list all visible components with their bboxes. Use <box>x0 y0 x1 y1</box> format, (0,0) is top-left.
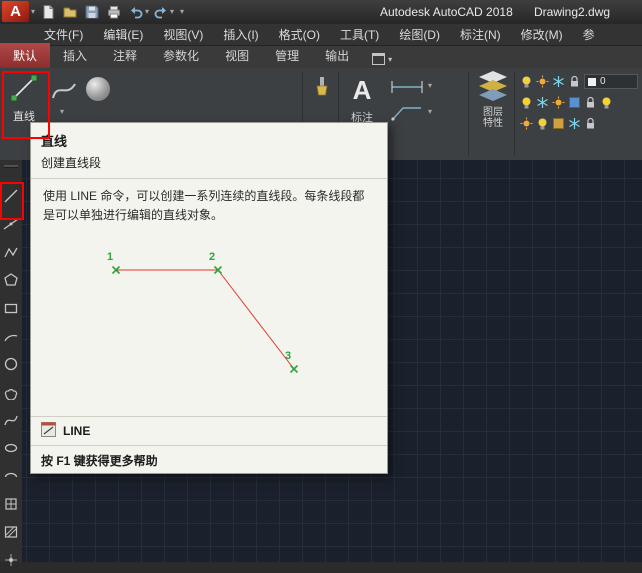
circle-tool-icon[interactable] <box>86 77 110 101</box>
line-tool-tooltip: 直线 创建直线段 使用 LINE 命令，可以创建一系列连续的直线段。每条线段都是… <box>30 122 388 474</box>
ribbon-options-caret-icon: ▾ <box>388 54 393 64</box>
qat-overflow-caret-icon[interactable]: ▾ <box>180 8 184 16</box>
construction-line-icon[interactable] <box>3 216 19 232</box>
logo-menu-caret-icon[interactable]: ▾ <box>31 7 35 17</box>
line-tool-icon <box>11 75 37 101</box>
ribbon-panel-icon <box>372 53 386 65</box>
redo-caret-icon[interactable]: ▾ <box>170 8 174 16</box>
ribbon-tab-bar: 默认 插入 注释 参数化 视图 管理 输出 ▾ <box>0 43 642 68</box>
redo-icon[interactable] <box>153 4 169 20</box>
panel-separator <box>514 72 515 156</box>
match-properties-brush-icon[interactable] <box>312 76 332 105</box>
app-title: Autodesk AutoCAD 2018 <box>380 5 513 19</box>
lock-icon[interactable] <box>568 75 581 88</box>
toolbar-grip[interactable] <box>4 165 18 168</box>
linear-dimension-icon[interactable] <box>390 78 424 101</box>
layer-color-swatch <box>588 77 596 86</box>
menu-parametric[interactable]: 参 <box>573 23 605 46</box>
lock-icon[interactable] <box>584 96 597 109</box>
undo-caret-icon[interactable]: ▾ <box>145 8 149 16</box>
text-style-button[interactable]: A <box>344 73 380 107</box>
diagram-point-1-label: 1 <box>107 251 113 263</box>
leader-caret-icon[interactable]: ▾ <box>428 108 432 116</box>
arc-icon[interactable] <box>3 328 19 344</box>
document-title: Drawing2.dwg <box>534 5 611 19</box>
hatch-icon[interactable] <box>3 524 19 540</box>
snowflake-icon[interactable] <box>536 96 549 109</box>
point-marker-icon <box>111 266 299 374</box>
autocad-window: A ▾ ▾ ▾ ▾ Autodesk AutoCAD 2018 Drawing2… <box>0 0 642 566</box>
color-swatch-icon[interactable] <box>568 96 581 109</box>
menu-dimension[interactable]: 标注(N) <box>450 23 511 46</box>
spline-icon[interactable] <box>3 412 19 428</box>
current-layer-name: 0 <box>600 76 606 87</box>
title-bar: A ▾ ▾ ▾ ▾ Autodesk AutoCAD 2018 Drawing2… <box>0 0 642 25</box>
tooltip-title: 直线 <box>41 134 68 149</box>
revision-cloud-icon[interactable] <box>3 384 19 401</box>
polygon-icon[interactable] <box>3 272 19 288</box>
polyline-caret-icon[interactable]: ▾ <box>60 108 64 116</box>
ellipse-icon[interactable] <box>3 440 19 456</box>
line-icon[interactable] <box>3 188 19 204</box>
lightbulb-icon[interactable] <box>536 117 549 130</box>
lightbulb-icon[interactable] <box>520 96 533 109</box>
tooltip-f1-hint: 按 F1 键获得更多帮助 <box>41 454 158 469</box>
point-icon[interactable] <box>3 552 19 568</box>
ellipse-arc-icon[interactable] <box>3 468 19 484</box>
ribbon-tab-view[interactable]: 视图 <box>212 43 262 68</box>
undo-icon[interactable] <box>128 4 144 20</box>
panel-separator <box>468 72 469 156</box>
dimension-caret-icon[interactable]: ▾ <box>428 82 432 90</box>
snowflake-icon[interactable] <box>552 75 565 88</box>
ribbon-tab-output[interactable]: 输出 <box>312 43 362 68</box>
lock-icon[interactable] <box>584 117 597 130</box>
layers-label-line1: 图层 <box>483 107 503 118</box>
save-icon[interactable] <box>84 4 100 20</box>
circle-icon[interactable] <box>3 356 19 372</box>
leader-dimension-icon[interactable] <box>390 104 424 127</box>
autocad-logo-icon[interactable]: A <box>2 1 29 22</box>
polyline-icon[interactable] <box>3 244 19 260</box>
ribbon-options-button[interactable]: ▾ <box>372 53 392 68</box>
new-file-icon[interactable] <box>40 4 56 20</box>
menu-draw[interactable]: 绘图(D) <box>389 23 450 46</box>
ribbon-tab-insert[interactable]: 插入 <box>50 43 100 68</box>
ribbon-tab-annotate[interactable]: 注释 <box>100 43 150 68</box>
insert-block-icon[interactable] <box>3 496 19 512</box>
plot-icon[interactable] <box>106 4 122 20</box>
tooltip-subtitle: 创建直线段 <box>41 156 102 170</box>
layers-label-line2: 特性 <box>483 118 503 129</box>
open-file-icon[interactable] <box>62 4 78 20</box>
sun-icon[interactable] <box>520 117 533 130</box>
lightbulb-icon[interactable] <box>600 96 613 109</box>
line-command-icon <box>41 422 56 440</box>
sun-icon[interactable] <box>552 96 565 109</box>
diagram-point-3-label: 3 <box>285 350 291 362</box>
current-layer-dropdown[interactable]: 0 <box>584 74 638 89</box>
ribbon-tab-parametric[interactable]: 参数化 <box>150 43 212 68</box>
ribbon-tab-manage[interactable]: 管理 <box>262 43 312 68</box>
layer-properties-button[interactable]: 图层 特性 <box>474 70 512 134</box>
line-example-diagram: 1 2 3 <box>107 251 299 374</box>
snowflake-icon[interactable] <box>568 117 581 130</box>
sun-icon[interactable] <box>536 75 549 88</box>
rectangle-icon[interactable] <box>3 300 19 316</box>
diagram-point-2-label: 2 <box>209 251 215 263</box>
ribbon-tab-home[interactable]: 默认 <box>0 43 51 68</box>
menu-modify[interactable]: 修改(M) <box>511 23 573 46</box>
color-swatch-icon[interactable] <box>552 117 565 130</box>
polyline-tool-icon[interactable] <box>50 76 78 109</box>
tooltip-description: 使用 LINE 命令，可以创建一系列连续的直线段。每条线段都是可以单独进行编辑的… <box>43 189 365 222</box>
draw-toolbar <box>0 160 23 566</box>
lightbulb-icon[interactable] <box>520 75 533 88</box>
layers-stack-icon <box>479 71 507 101</box>
tooltip-command-name: LINE <box>63 424 91 439</box>
